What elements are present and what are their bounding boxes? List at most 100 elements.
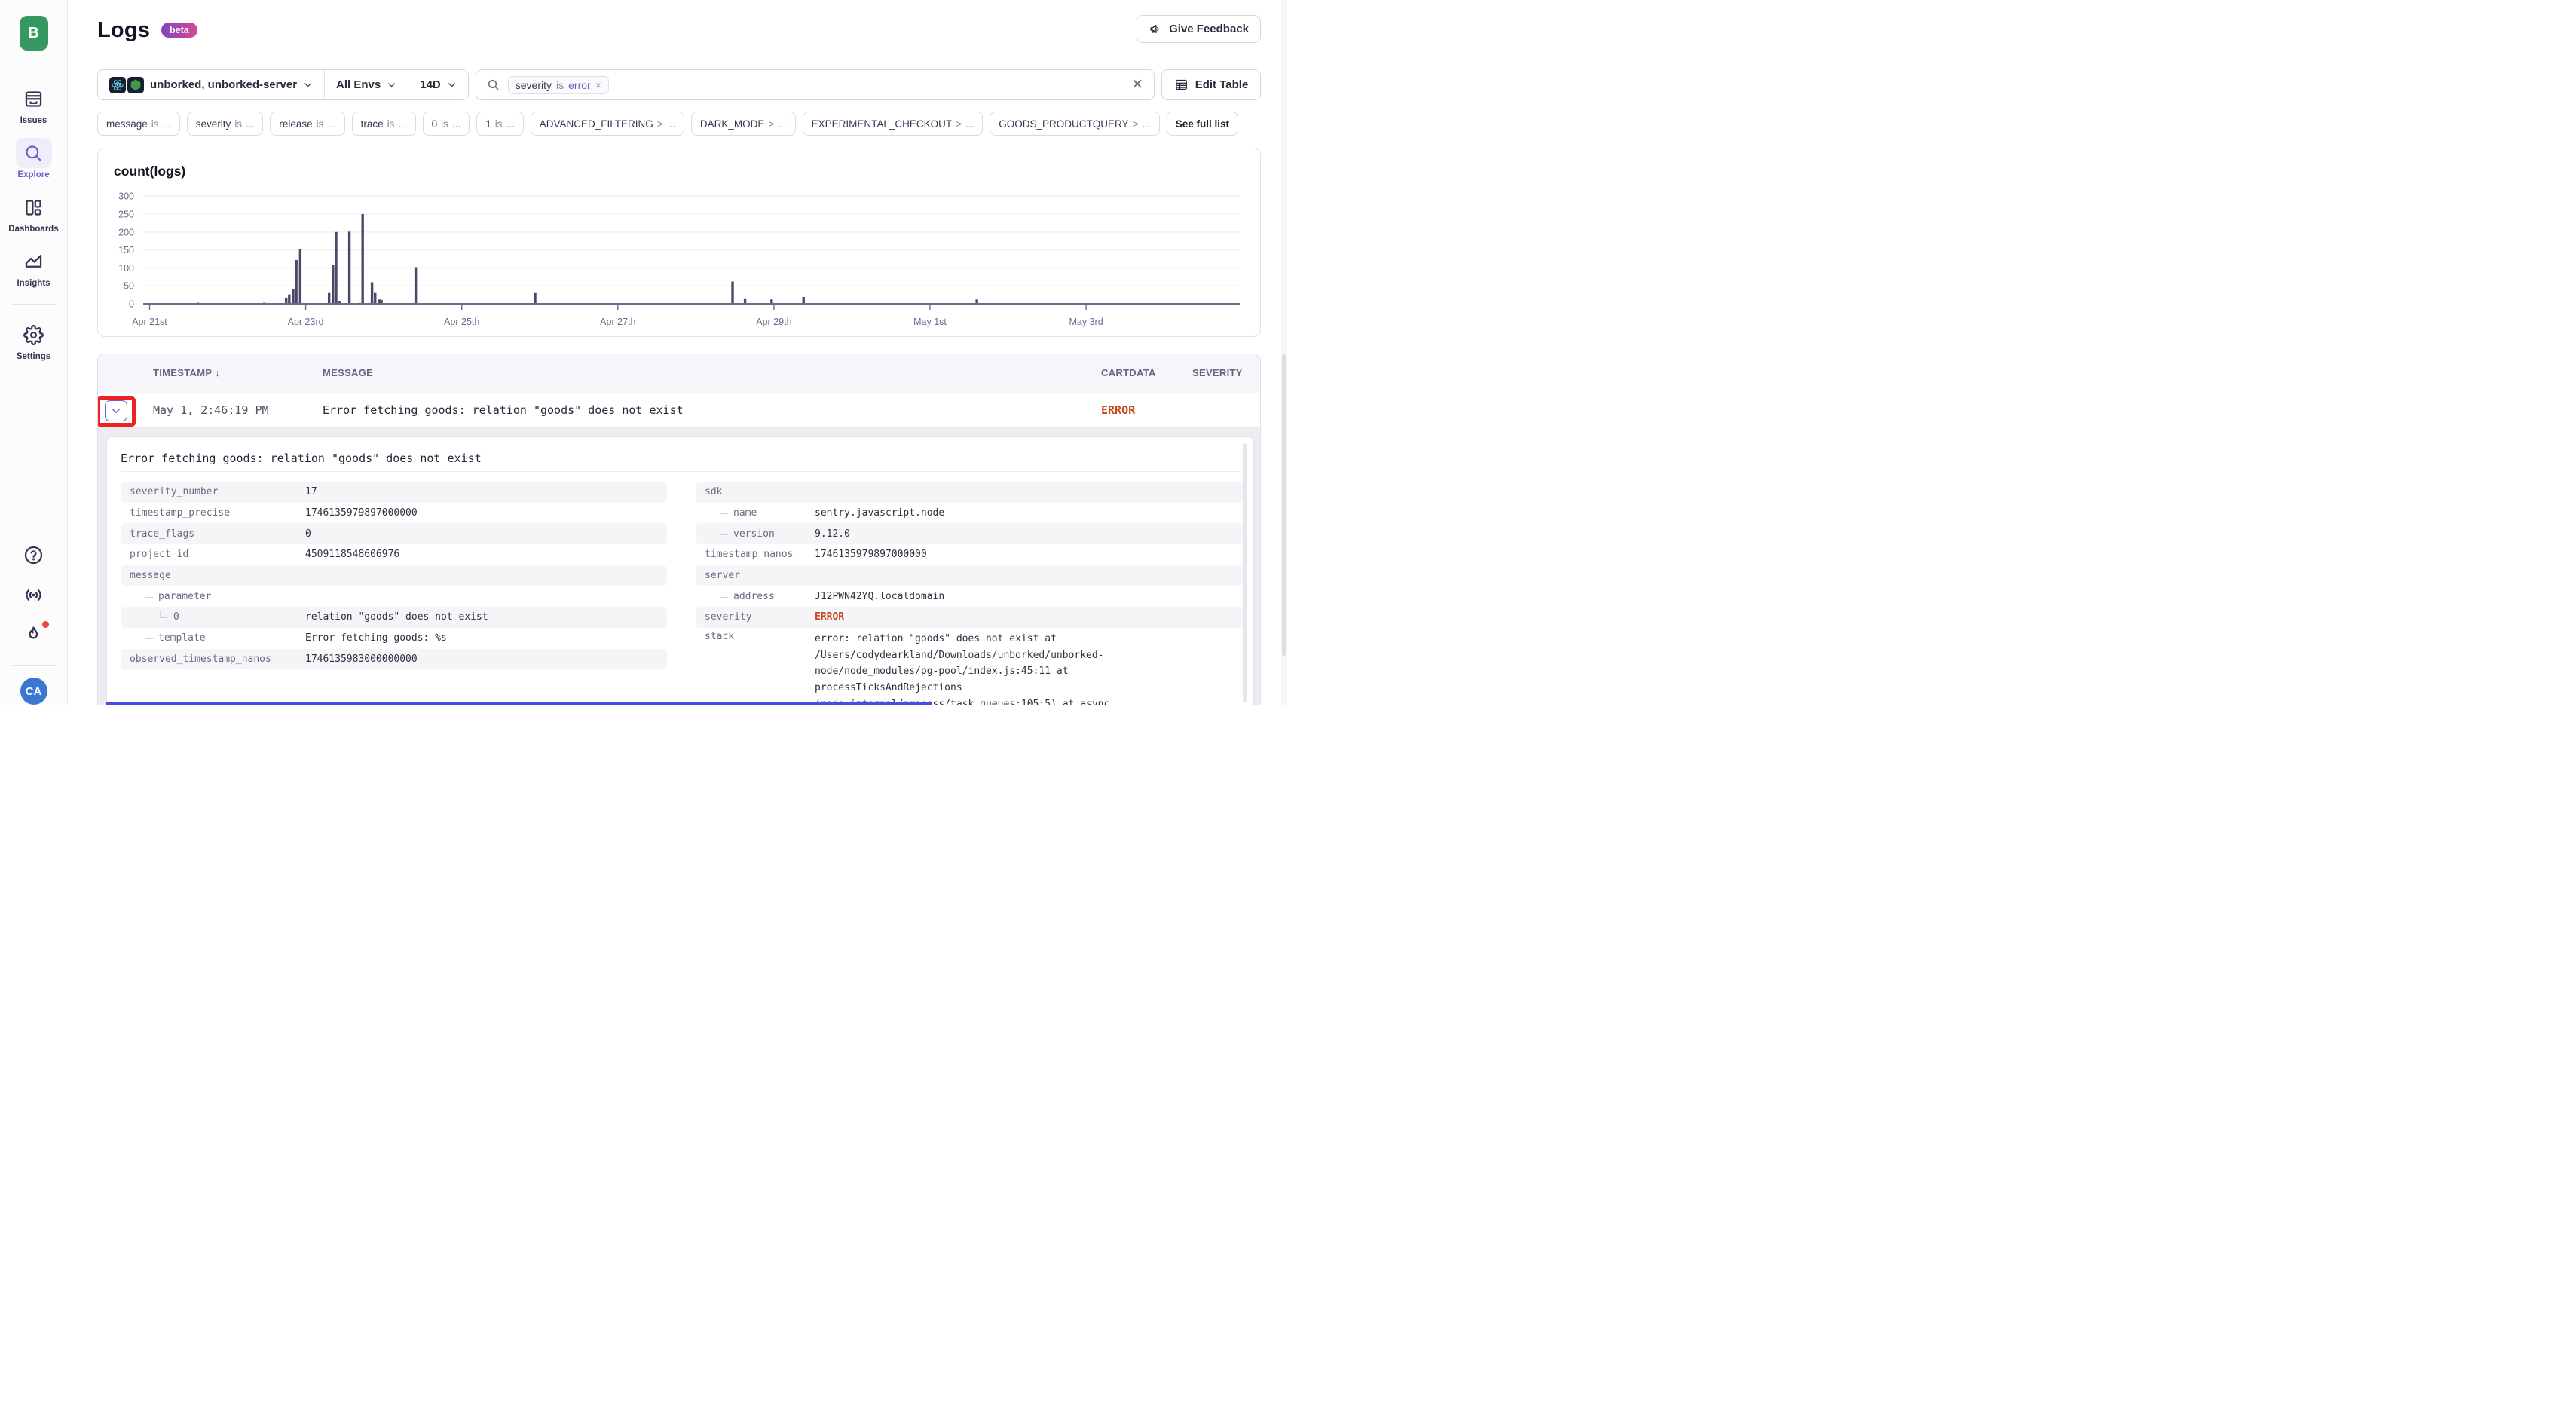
user-avatar[interactable]: CA [20, 678, 47, 705]
detail-row-address[interactable]: addressJ12PWN42YQ.localdomain [696, 586, 1243, 607]
svg-text:0: 0 [129, 299, 134, 310]
detail-row-stack[interactable]: stackerror: relation "goods" does not ex… [696, 628, 1243, 706]
filter-chip[interactable]: DARK_MODE>... [691, 112, 796, 136]
log-detail-title: Error fetching goods: relation "goods" d… [121, 451, 482, 465]
project-selector[interactable]: unborked, unborked-server [98, 70, 324, 99]
chevron-down-icon [447, 80, 457, 90]
project-selector-label: unborked, unborked-server [150, 78, 297, 91]
expanded-log-detail: Error fetching goods: relation "goods" d… [98, 428, 1260, 705]
row-message: Error fetching goods: relation "goods" d… [323, 403, 684, 417]
tree-elbow [720, 528, 728, 535]
detail-row-timestamp_nanos[interactable]: timestamp_nanos1746135979897000000 [696, 544, 1243, 565]
give-feedback-button[interactable]: Give Feedback [1137, 15, 1261, 43]
filter-chip[interactable]: See full list [1167, 112, 1238, 136]
megaphone-icon [1149, 22, 1163, 36]
sidebar-item-label: Explore [17, 170, 49, 179]
detail-row-version[interactable]: version9.12.0 [696, 523, 1243, 544]
detail-row-message[interactable]: message [121, 565, 667, 586]
node-icon [127, 77, 144, 93]
filter-chip[interactable]: traceis... [352, 112, 416, 136]
logs-chart-card: count(logs) 050100150200250300Apr 21stAp… [97, 148, 1261, 337]
sidebar-footer: CA [0, 545, 67, 706]
sidebar-item-settings[interactable]: Settings [0, 320, 67, 361]
svg-text:150: 150 [118, 245, 134, 256]
filter-chip[interactable]: GOODS_PRODUCTQUERY>... [990, 112, 1159, 136]
column-header-timestamp[interactable]: TIMESTAMP↓ [153, 367, 220, 378]
help-icon[interactable] [23, 545, 44, 565]
sidebar-item-dashboards[interactable]: Dashboards [0, 192, 67, 234]
detail-row-0[interactable]: 0relation "goods" does not exist [121, 607, 667, 628]
filter-chip[interactable]: 0is... [423, 112, 470, 136]
detail-row-sdk[interactable]: sdk [696, 482, 1243, 503]
column-header-severity[interactable]: SEVERITY [1192, 367, 1243, 378]
detail-scrollbar[interactable] [1243, 443, 1247, 702]
detail-row-parameter[interactable]: parameter [121, 586, 667, 607]
clear-search-icon[interactable]: ✕ [1131, 78, 1143, 92]
search-token-chip[interactable]: severity is error × [508, 76, 609, 94]
filter-chip[interactable]: releaseis... [270, 112, 344, 136]
logs-bar-chart[interactable]: 050100150200250300Apr 21stApr 23rdApr 25… [98, 148, 1260, 336]
detail-row-severity[interactable]: severityERROR [696, 607, 1243, 628]
detail-row-severity_number[interactable]: severity_number17 [121, 482, 667, 503]
detail-row-server[interactable]: server [696, 565, 1243, 586]
detail-row-trace_flags[interactable]: trace_flags0 [121, 523, 667, 544]
insights-icon [16, 246, 52, 277]
log-detail-card: Error fetching goods: relation "goods" d… [106, 436, 1254, 706]
org-avatar[interactable]: B [20, 16, 48, 51]
svg-text:May 3rd: May 3rd [1069, 317, 1103, 327]
expand-row-button[interactable] [105, 400, 127, 421]
dashboards-icon [16, 192, 52, 222]
sidebar-item-label: Insights [17, 279, 50, 288]
row-timestamp: May 1, 2:46:19 PM [153, 403, 269, 417]
svg-text:Apr 29th: Apr 29th [756, 317, 791, 327]
log-table-row[interactable]: May 1, 2:46:19 PM Error fetching goods: … [98, 393, 1260, 428]
sort-desc-icon: ↓ [215, 367, 220, 378]
sidebar-item-insights[interactable]: Insights [0, 246, 67, 288]
sidebar-item-label: Settings [17, 352, 50, 361]
detail-row-observed_timestamp_nanos[interactable]: observed_timestamp_nanos1746135983000000… [121, 649, 667, 670]
svg-text:200: 200 [118, 227, 134, 237]
column-header-cartdata[interactable]: CARTDATA [1101, 367, 1156, 378]
svg-text:Apr 21st: Apr 21st [132, 317, 167, 327]
search-icon [16, 138, 52, 168]
page-title: Logs [97, 18, 150, 43]
detail-row-template[interactable]: templateError fetching goods: %s [121, 628, 667, 649]
filter-chip[interactable]: EXPERIMENTAL_CHECKOUT>... [803, 112, 984, 136]
sidebar-nav: Issues Explore Dashboards Insights Settings [0, 84, 67, 374]
page-scrollbar[interactable] [1281, 0, 1287, 706]
next-row-selection-edge [106, 702, 932, 706]
issues-icon [16, 84, 52, 114]
detail-row-timestamp_precise[interactable]: timestamp_precise1746135979897000000 [121, 503, 667, 524]
filter-chip[interactable]: ADVANCED_FILTERING>... [531, 112, 684, 136]
beta-badge: beta [161, 23, 197, 38]
detail-row-project_id[interactable]: project_id4509118548606976 [121, 544, 667, 565]
sidebar-footer-divider [12, 665, 56, 666]
fire-icon[interactable] [23, 625, 44, 645]
sidebar-item-explore[interactable]: Explore [0, 138, 67, 179]
chevron-down-icon [387, 80, 396, 90]
svg-text:100: 100 [118, 263, 134, 274]
svg-text:May 1st: May 1st [913, 317, 947, 327]
row-severity-badge: ERROR [1101, 403, 1135, 417]
tree-elbow [145, 591, 153, 598]
broadcast-icon[interactable] [23, 585, 44, 605]
detail-attributes-right: sdknamesentry.javascript.nodeversion9.12… [696, 482, 1243, 706]
sidebar-item-issues[interactable]: Issues [0, 84, 67, 125]
detail-attributes-left: severity_number17timestamp_precise174613… [121, 482, 667, 669]
search-input[interactable]: severity is error × ✕ [476, 69, 1155, 100]
sidebar-divider [12, 304, 56, 305]
tree-elbow [160, 611, 168, 618]
suggested-filter-chips: messageis... severityis...releaseis... tra… [97, 112, 1288, 136]
filter-chip[interactable]: messageis... [97, 112, 180, 136]
remove-token-icon[interactable]: × [595, 79, 601, 91]
svg-text:Apr 25th: Apr 25th [444, 317, 479, 327]
filter-chip[interactable]: 1is... [476, 112, 524, 136]
environment-selector[interactable]: All Envs [324, 70, 408, 99]
detail-row-name[interactable]: namesentry.javascript.node [696, 503, 1243, 524]
edit-table-button[interactable]: Edit Table [1161, 69, 1261, 100]
column-header-message[interactable]: MESSAGE [323, 367, 373, 378]
filter-chip[interactable]: severityis... [187, 112, 264, 136]
project-platform-icons [109, 77, 144, 93]
date-range-selector[interactable]: 14D [408, 70, 468, 99]
date-range-label: 14D [420, 78, 441, 91]
